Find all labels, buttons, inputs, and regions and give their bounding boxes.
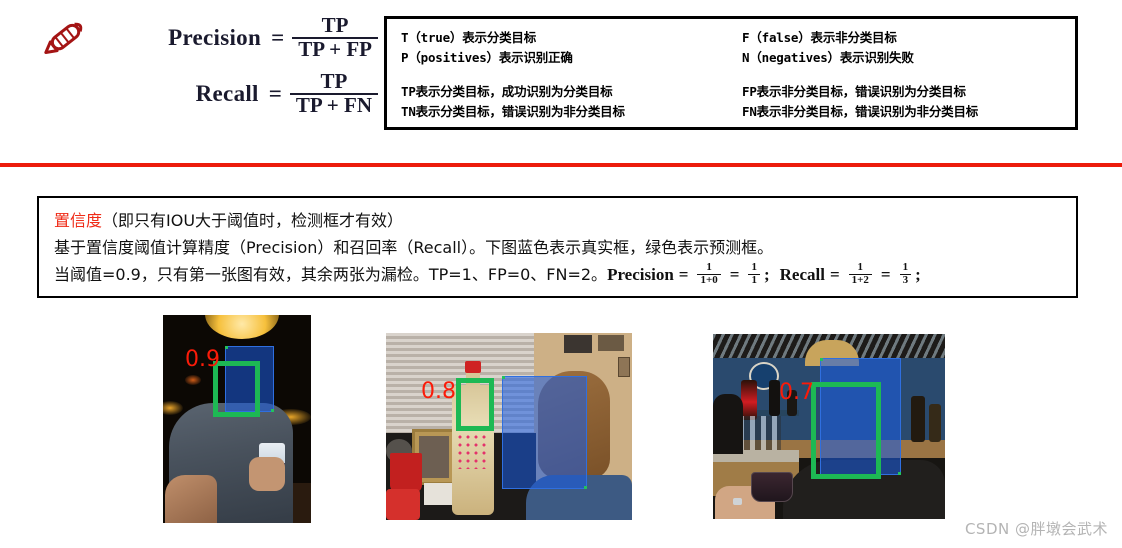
- pencil-icon: [40, 12, 98, 58]
- definition-tn: TN表示分类目标，错误识别为非分类目标: [401, 104, 625, 119]
- precision-eq-1: =: [678, 265, 689, 284]
- recall-eq-1: =: [829, 265, 840, 284]
- finger-ring: [733, 498, 742, 505]
- ceiling-lamp: [205, 315, 279, 339]
- ground-truth-box-2: [502, 376, 587, 489]
- confidence-label-1: 0.9: [185, 347, 220, 372]
- recall-fraction-1: 1 1+2: [848, 261, 872, 287]
- precision-eq-2: =: [729, 265, 740, 284]
- red-cup-1: [390, 453, 422, 493]
- recall-word: Recall: [779, 265, 825, 284]
- person-hand: [249, 457, 285, 491]
- predicted-box-2: [456, 378, 494, 431]
- definition-t-true: T（true）表示分类目标: [401, 30, 537, 45]
- recall-fraction: TP TP + FN: [289, 69, 378, 117]
- confidence-title-rest: （即只有IOU大于阈值时，检测框才有效）: [102, 211, 404, 230]
- recall-frac2-num: 1: [902, 261, 909, 274]
- definitions-right-spacer: [742, 68, 1075, 82]
- bottle-label-pattern: [456, 425, 490, 469]
- precision-word: Precision: [607, 265, 674, 284]
- recall-frac1-num: 1: [857, 261, 864, 274]
- bottle-cap: [465, 361, 481, 373]
- predicted-box-1: [213, 361, 260, 417]
- section-divider: [0, 163, 1122, 167]
- detection-example-3: 0.7: [713, 334, 945, 519]
- definition-f-false: F（false）表示非分类目标: [742, 30, 897, 45]
- precision-frac2-den: 1: [748, 274, 760, 287]
- predicted-box-3: [811, 382, 881, 479]
- precision-frac1-den: 1+0: [697, 274, 721, 287]
- recall-denominator: TP + FN: [289, 93, 378, 117]
- definition-tp: TP表示分类目标，成功识别为分类目标: [401, 84, 613, 99]
- wall-photo-b: [598, 335, 624, 351]
- confidence-title-line: 置信度 （即只有IOU大于阈值时，检测框才有效）: [54, 207, 1076, 234]
- confidence-line-3: 当阈值=0.9，只有第一张图有效，其余两张为漏检。TP=1、FP=0、FN=2。…: [54, 261, 1076, 288]
- recall-frac1-den: 1+2: [848, 274, 872, 287]
- precision-fraction-1: 1 1+0: [697, 261, 721, 287]
- formula-block: Precision = TP TP + FP Recall = TP TP + …: [38, 6, 378, 136]
- wall-photo-a: [564, 335, 592, 353]
- precision-frac2-num: 1: [751, 261, 757, 274]
- right-bottle-b: [929, 404, 941, 442]
- definitions-left-column: T（true）表示分类目标 P（positives）表示识别正确 TP表示分类目…: [387, 19, 734, 127]
- csdn-watermark: CSDN @胖墩会武术: [964, 520, 1108, 538]
- precision-fraction-2: 1 1: [748, 262, 760, 286]
- definitions-right-column: F（false）表示非分类目标 N（negatives）表示识别失败 FP表示非…: [734, 19, 1075, 127]
- definition-fp: FP表示非分类目标，错误识别为分类目标: [742, 84, 966, 99]
- confidence-line-3-prefix: 当阈值=0.9，只有第一张图有效，其余两张为漏检。TP=1、FP=0、FN=2。: [54, 265, 608, 284]
- confidence-title: 置信度: [54, 211, 103, 230]
- precision-numerator: TP: [321, 13, 349, 38]
- recall-eq-2: =: [880, 265, 891, 284]
- background-light-a: [163, 401, 183, 415]
- detection-example-2: 0.8: [386, 333, 632, 520]
- right-bottle-a: [911, 396, 925, 442]
- confidence-box: 置信度 （即只有IOU大于阈值时，检测框才有效） 基于置信度阈值计算精度（Pre…: [37, 196, 1078, 298]
- recall-numerator: TP: [320, 69, 348, 94]
- person-arm: [165, 475, 217, 523]
- precision-equals: =: [271, 25, 285, 50]
- precision-label: Precision: [168, 25, 262, 50]
- recall-fraction-2: 1 3: [899, 261, 912, 287]
- definitions-left-spacer: [401, 68, 734, 82]
- precision-fraction: TP TP + FP: [292, 13, 378, 61]
- precision-frac1-num: 1: [706, 261, 712, 274]
- white-box-object: [424, 483, 452, 505]
- drink-glass: [751, 472, 793, 502]
- recall-semicolon: ;: [915, 265, 921, 284]
- recall-frac2-den: 3: [899, 274, 912, 287]
- background-person: [713, 394, 743, 454]
- definition-p-positives: P（positives）表示识别正确: [401, 50, 573, 65]
- precision-semicolon: ;: [763, 265, 770, 284]
- definition-n-negatives: N（negatives）表示识别失败: [742, 50, 914, 65]
- wall-photo-c: [618, 357, 630, 377]
- recall-formula: Recall = TP TP + FN: [94, 62, 378, 126]
- recall-label: Recall: [195, 81, 259, 106]
- precision-formula: Precision = TP TP + FP: [94, 6, 378, 70]
- precision-denominator: TP + FP: [292, 37, 378, 61]
- confidence-label-3: 0.7: [779, 380, 814, 405]
- red-cup-2: [386, 489, 420, 520]
- definition-fn: FN表示非分类目标，错误识别为非分类目标: [742, 104, 979, 119]
- confidence-line-2: 基于置信度阈值计算精度（Precision）和召回率（Recall）。下图蓝色表…: [54, 238, 774, 257]
- picture-frame-inner: [419, 436, 449, 478]
- detection-example-1: 0.9: [163, 315, 311, 523]
- definitions-box: T（true）表示分类目标 P（positives）表示识别正确 TP表示分类目…: [384, 16, 1078, 130]
- background-light-c: [185, 375, 201, 385]
- cola-bottle: [741, 380, 757, 420]
- recall-equals: =: [268, 81, 282, 106]
- confidence-label-2: 0.8: [421, 379, 456, 404]
